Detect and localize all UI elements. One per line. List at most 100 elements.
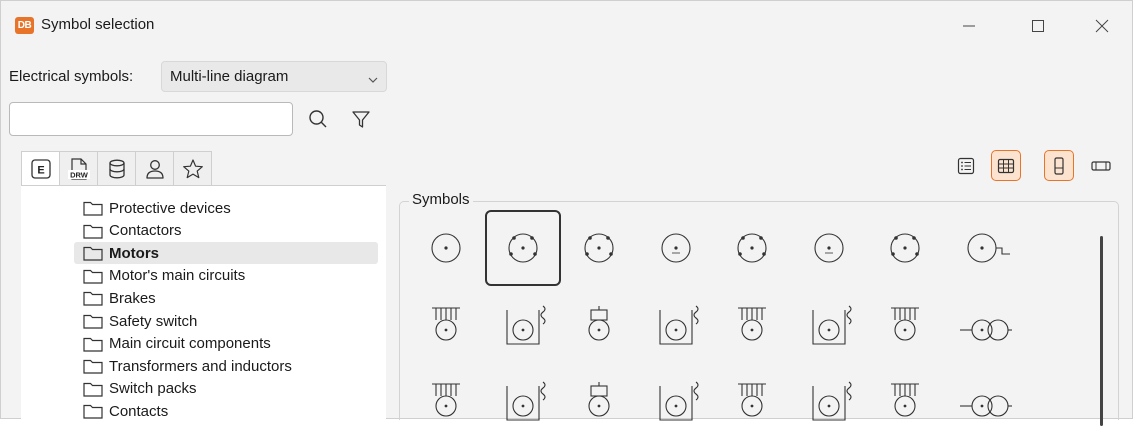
tree-item-label: Brakes [109,289,156,307]
list-view-button[interactable] [951,150,981,181]
folder-icon [83,292,103,306]
close-button[interactable] [1079,9,1125,43]
title-bar: DB Symbol selection [1,1,1132,51]
motor-twin-symbol[interactable] [867,362,943,438]
svg-text:E: E [37,164,44,176]
folder-icon [83,201,103,216]
tree-item-label: Motor's main circuits [109,267,246,285]
tree-item-label: Motors [109,244,159,262]
tree-item[interactable]: Safety switch [74,310,378,332]
motor-dahlander-symbol[interactable] [791,362,867,438]
tab-user[interactable] [135,151,174,185]
tree-item[interactable]: Motors [74,242,378,265]
chevron-down-icon [368,71,378,89]
motor-dual-feed-symbol[interactable] [408,362,484,438]
database-icon [108,159,125,178]
filter-icon [352,111,370,128]
motor-box-symbol[interactable] [561,362,637,438]
tree-item-label: Switch packs [109,380,197,398]
generator-icon [966,233,1010,263]
motor-compact-symbol[interactable] [561,286,637,362]
user-icon [145,159,164,179]
maximize-button[interactable] [1015,9,1061,43]
folder-icon [83,382,103,397]
tree-item[interactable]: Protective devices [74,197,378,219]
tree-item[interactable]: Contacts [74,400,378,422]
tree-tabs: E DRW [21,151,212,185]
motor-3phase-alt-symbol[interactable] [714,210,790,286]
symbol-scrollbar[interactable] [1100,236,1103,426]
generator-symbol[interactable] [944,210,1020,286]
tree-item[interactable]: Main circuit components [74,333,378,355]
motor-pair-symbol[interactable] [485,362,561,438]
motor-double-feed-icon [891,307,919,341]
search-button[interactable] [302,103,334,135]
filter-button[interactable] [345,103,377,135]
tree-item[interactable]: Contactors [74,220,378,242]
tab-favorites[interactable] [173,151,212,185]
tree-item-label: Safety switch [109,312,198,330]
motor-winding-icon [505,305,546,345]
drw-file-icon: DRW [67,157,90,180]
tree-item-label: Main circuit components [109,335,271,353]
motor-feed-icon [432,307,460,341]
search-icon [309,110,327,128]
star-icon [182,158,203,178]
motor-3phase-icon [507,233,538,263]
motor-3phase-symbol[interactable] [484,210,561,286]
tree-item[interactable]: Brakes [74,287,378,309]
folder-icon [83,405,103,419]
folder-icon [83,269,103,284]
svg-text:DRW: DRW [70,170,89,179]
motor-coil-symbol[interactable] [791,286,867,362]
tree-item-label: Transformers and inductors [109,357,292,375]
grid-view-icon [997,158,1015,173]
tree-item[interactable]: Motor's main circuits [74,265,378,287]
tree-item[interactable]: Switch packs [74,378,378,400]
motor-stack-icon [738,307,766,341]
folder-icon [83,337,103,352]
portrait-layout-icon [1054,156,1064,175]
search-input[interactable] [9,102,293,136]
motor-pair-icon [505,381,546,421]
motor-1phase-symbol[interactable] [791,210,867,286]
motor-dual-feed-icon [432,383,460,417]
symbol-selection-window: DB Symbol selection Electrical symbols: … [0,0,1133,426]
motor-frame-symbol[interactable] [638,286,714,362]
motor-coil-pair-symbol[interactable] [944,362,1020,438]
motor-winding-symbol[interactable] [485,286,561,362]
list-view-icon [957,157,975,174]
tree-item[interactable]: Transformers and inductors [74,355,378,377]
grid-view-button[interactable] [991,150,1021,181]
landscape-layout-icon [1091,160,1111,171]
tab-database[interactable] [97,151,136,185]
diagram-type-dropdown[interactable]: Multi-line diagram [161,61,387,92]
motor-feed-symbol[interactable] [408,286,484,362]
motor-symbol[interactable] [408,210,484,286]
motor-1phase-icon [813,233,844,263]
motor-tandem-symbol[interactable] [944,286,1020,362]
folder-icon [83,247,103,261]
motor-terminals-symbol[interactable] [561,210,637,286]
tab-drw[interactable]: DRW [59,151,98,185]
portrait-layout-button[interactable] [1044,150,1074,181]
category-tree: Protective devices Contactors Motors Motor'… [21,185,386,420]
window-title: Symbol selection [41,16,155,33]
motor-coil-alt-symbol[interactable] [638,362,714,438]
minimize-button[interactable] [946,9,992,43]
landscape-layout-button[interactable] [1086,150,1116,181]
motor-terminals-alt-symbol[interactable] [867,210,943,286]
motor-twin-icon [891,383,919,417]
motor-compact-icon [588,306,610,341]
motor-6wire-symbol[interactable] [714,362,790,438]
motor-6wire-icon [738,383,766,417]
motor-icon [431,233,461,263]
motor-stack-symbol[interactable] [714,286,790,362]
motor-box-icon [588,382,610,417]
motor-double-feed-symbol[interactable] [867,286,943,362]
motor-terminals-icon [584,233,614,263]
motor-dc-symbol[interactable] [638,210,714,286]
motor-terminals-alt-icon [890,233,920,263]
motor-dahlander-icon [811,381,852,421]
tab-electrical[interactable]: E [21,151,60,185]
